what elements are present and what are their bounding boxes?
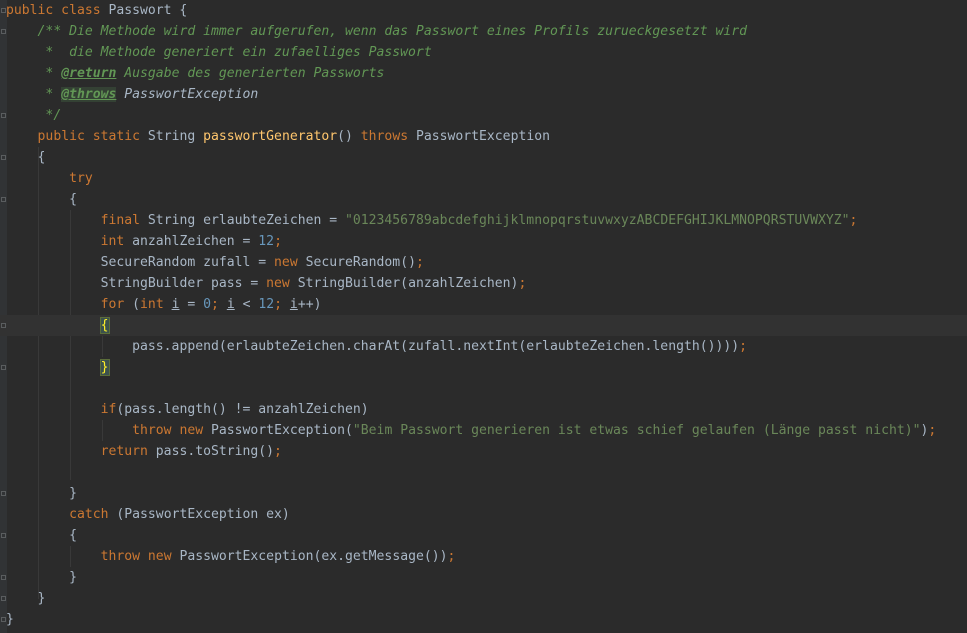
- code-line-23[interactable]: [0, 462, 967, 483]
- javadoc-reference: PasswortException: [124, 87, 259, 102]
- keyword: new: [147, 549, 180, 564]
- code-line-17[interactable]: pass.append(erlaubteZeichen.charAt(zufal…: [0, 336, 967, 357]
- fold-marker-icon[interactable]: [1, 8, 6, 13]
- javadoc-return-tag: @return: [61, 66, 117, 81]
- code-line-29[interactable]: }: [0, 588, 967, 609]
- brace: }: [69, 486, 77, 501]
- code-line-28[interactable]: }: [0, 567, 967, 588]
- number-literal: 12: [258, 297, 275, 312]
- brace: {: [69, 192, 77, 207]
- code-line-30[interactable]: }: [0, 609, 967, 630]
- keyword: if: [100, 402, 117, 417]
- keyword: try: [69, 171, 93, 186]
- code-line-20[interactable]: if(pass.length() != anzahlZeichen): [0, 399, 967, 420]
- code-line-24[interactable]: }: [0, 483, 967, 504]
- keyword: new: [274, 255, 306, 270]
- string-literal: "Beim Passwort generieren ist etwas schi…: [352, 423, 921, 438]
- code-line-12[interactable]: int anzahlZeichen = 12;: [0, 231, 967, 252]
- code-line-25[interactable]: catch (PasswortException ex): [0, 504, 967, 525]
- fold-marker-icon[interactable]: [1, 155, 6, 160]
- code-line-7[interactable]: public static String passwortGenerator()…: [0, 126, 967, 147]
- javadoc-star: *: [37, 87, 62, 102]
- fold-marker-icon[interactable]: [1, 323, 6, 328]
- code-line-8[interactable]: {: [0, 147, 967, 168]
- fold-marker-icon[interactable]: [1, 29, 6, 34]
- fold-marker-icon[interactable]: [1, 113, 6, 118]
- javadoc-throws-tag: @throws: [61, 87, 117, 102]
- number-literal: 0: [203, 297, 212, 312]
- brace: {: [37, 150, 46, 165]
- fold-marker-icon[interactable]: [1, 533, 6, 538]
- keyword: final: [100, 213, 148, 228]
- code-line-1[interactable]: public class Passwort {: [0, 0, 967, 21]
- fold-marker-icon[interactable]: [1, 617, 6, 622]
- code-line-6[interactable]: */: [0, 105, 967, 126]
- exception-type: PasswortException: [415, 129, 550, 144]
- brace: }: [6, 612, 14, 627]
- code-line-11[interactable]: final String erlaubteZeichen = "01234567…: [0, 210, 967, 231]
- code-line-4[interactable]: * @return Ausgabe des generierten Passwo…: [0, 63, 967, 84]
- code-editor[interactable]: public class Passwort { /** Die Methode …: [0, 0, 967, 633]
- code-line-21[interactable]: throw new PasswortException("Beim Passwo…: [0, 420, 967, 441]
- code-line-15[interactable]: for (int i = 0; i < 12; i++): [0, 294, 967, 315]
- code-line-13[interactable]: SecureRandom zufall = new SecureRandom()…: [0, 252, 967, 273]
- code-line-19[interactable]: [0, 378, 967, 399]
- code-line-5[interactable]: * @throws PasswortException: [0, 84, 967, 105]
- javadoc-comment: * die Methode generiert ein zufaelliges …: [37, 45, 432, 60]
- code-line-14[interactable]: StringBuilder pass = new StringBuilder(a…: [0, 273, 967, 294]
- code-line-3[interactable]: * die Methode generiert ein zufaelliges …: [0, 42, 967, 63]
- keyword: int: [140, 297, 172, 312]
- code-line-16-current[interactable]: {: [0, 315, 967, 336]
- keyword: int: [100, 234, 133, 249]
- keyword: public class: [6, 3, 109, 18]
- code-line-2[interactable]: /** Die Methode wird immer aufgerufen, w…: [0, 21, 967, 42]
- keyword: throw: [100, 549, 148, 564]
- keyword: public static: [37, 129, 148, 144]
- brace: }: [37, 591, 46, 606]
- class-declaration: Passwort {: [108, 3, 188, 18]
- keyword: new: [179, 423, 211, 438]
- javadoc-star: *: [37, 66, 62, 81]
- fold-marker-icon[interactable]: [1, 365, 6, 370]
- keyword: for: [100, 297, 133, 312]
- loop-variable: i: [289, 297, 298, 312]
- javadoc-comment: /** Die Methode wird immer aufgerufen, w…: [37, 24, 748, 39]
- number-literal: 12: [258, 234, 275, 249]
- keyword: new: [266, 276, 298, 291]
- matched-brace-open: {: [99, 317, 110, 334]
- fold-marker-icon[interactable]: [1, 491, 6, 496]
- keyword: throws: [360, 129, 416, 144]
- code-line-10[interactable]: {: [0, 189, 967, 210]
- fold-marker-icon[interactable]: [1, 197, 6, 202]
- code-area[interactable]: public class Passwort { /** Die Methode …: [0, 0, 967, 630]
- loop-variable: i: [226, 297, 235, 312]
- brace: }: [69, 570, 77, 585]
- code-line-9[interactable]: try: [0, 168, 967, 189]
- code-line-18[interactable]: }: [0, 357, 967, 378]
- code-line-27[interactable]: throw new PasswortException(ex.getMessag…: [0, 546, 967, 567]
- javadoc-comment: Ausgabe des generierten Passworts: [116, 66, 385, 81]
- code-line-22[interactable]: return pass.toString();: [0, 441, 967, 462]
- keyword: return: [100, 444, 156, 459]
- method-name: passwortGenerator: [203, 129, 338, 144]
- string-literal: "0123456789abcdefghijklmnopqrstuvwxyzABC…: [345, 213, 850, 228]
- keyword: catch: [69, 507, 117, 522]
- brace: {: [69, 528, 77, 543]
- fold-marker-icon[interactable]: [1, 596, 6, 601]
- fold-marker-icon[interactable]: [1, 575, 6, 580]
- return-type: String: [147, 129, 204, 144]
- matched-brace-close: }: [99, 359, 110, 376]
- javadoc-comment: */: [37, 108, 62, 123]
- code-line-26[interactable]: {: [0, 525, 967, 546]
- keyword: throw: [132, 423, 180, 438]
